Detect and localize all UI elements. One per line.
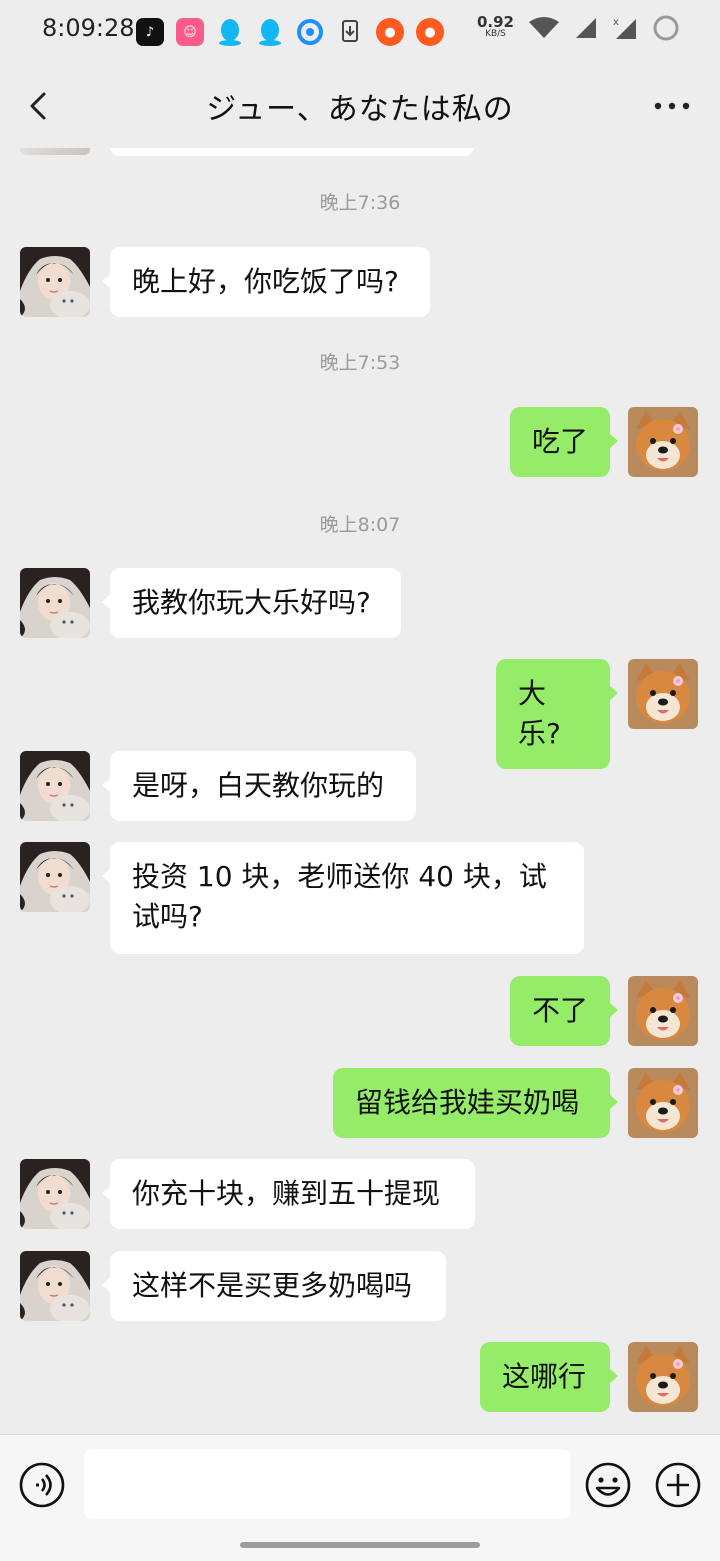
timestamp: 晚上7:53 — [319, 352, 401, 374]
notification-icons: ♪ ☺ ● ● — [136, 18, 444, 46]
add-icon[interactable] — [654, 1461, 702, 1509]
system-status: 0.92 KB/S x — [477, 14, 680, 42]
message-row: 这哪行 — [0, 1342, 720, 1412]
message-bubble[interactable]: 你充十块，赚到五十提现 — [102, 1159, 475, 1229]
message-bubble[interactable]: 是呀，白天教你玩的 — [102, 751, 416, 821]
message-row: 投资 10 块，老师送你 40 块，试试吗? — [0, 842, 720, 954]
network-speed-value: 0.92 — [476, 13, 514, 31]
my-avatar[interactable] — [628, 407, 698, 477]
message-row: 是呀，白天教你玩的 — [0, 751, 720, 821]
chat-title: ジュー、あなたは私の — [206, 92, 514, 127]
battery-ring-icon — [653, 15, 679, 41]
network-speed-unit: KB/S — [485, 29, 506, 39]
voice-icon[interactable] — [18, 1461, 66, 1509]
my-avatar[interactable] — [628, 1342, 698, 1412]
contact-avatar[interactable] — [20, 842, 90, 912]
message-bubble[interactable]: 留钱给我娃买奶喝 — [333, 1068, 618, 1138]
browser-icon — [296, 18, 324, 46]
home-indicator[interactable] — [240, 1542, 480, 1548]
message-row: 我教你玩大乐好吗? — [0, 568, 720, 638]
signal-icon — [576, 18, 596, 38]
tiktok-icon: ♪ — [136, 18, 164, 46]
my-avatar[interactable] — [628, 659, 698, 729]
emoji-icon[interactable] — [584, 1461, 632, 1509]
contact-avatar[interactable] — [20, 751, 90, 821]
svg-text:x: x — [613, 17, 619, 28]
message-bubble[interactable]: 不了 — [510, 976, 618, 1046]
message-row: 晚上好，你吃饭了吗? — [0, 247, 720, 317]
message-row: 大乐? — [0, 659, 720, 769]
message-list[interactable]: 晚上7:36 晚上好，你吃饭了吗? 晚上7:53 吃了晚上8:07 我教你玩大乐好… — [0, 148, 720, 1434]
wifi-icon — [529, 17, 559, 38]
status-time: 8:09:28 — [42, 14, 135, 42]
contact-avatar[interactable] — [20, 1159, 90, 1229]
kuaishou-icon: ● — [376, 18, 404, 46]
message-row: 留钱给我娃买奶喝 — [0, 1068, 720, 1138]
signal-icon: x — [613, 17, 636, 39]
message-bubble[interactable]: 我教你玩大乐好吗? — [102, 568, 401, 638]
timestamp: 晚上8:07 — [319, 514, 401, 536]
my-avatar[interactable] — [628, 976, 698, 1046]
network-speed: 0.92 KB/S — [476, 13, 514, 40]
message-input[interactable] — [84, 1449, 570, 1519]
contact-avatar[interactable] — [20, 247, 90, 317]
chat-header: ジュー、あなたは私の — [0, 64, 720, 148]
kuaishou-icon: ● — [416, 18, 444, 46]
message-row: 吃了 — [0, 407, 720, 477]
message-row: 这样不是买更多奶喝吗 — [0, 1251, 720, 1321]
message-bubble[interactable]: 这样不是买更多奶喝吗 — [102, 1251, 446, 1321]
message-bubble[interactable]: 晚上好，你吃饭了吗? — [102, 247, 430, 317]
timestamp: 晚上7:36 — [319, 192, 401, 214]
more-icon[interactable] — [652, 88, 692, 124]
message-bubble[interactable] — [110, 148, 474, 156]
download-icon — [336, 18, 364, 46]
message-bubble[interactable]: 吃了 — [510, 407, 618, 477]
tieba-icon: ☺ — [176, 18, 204, 46]
contact-avatar[interactable] — [20, 1251, 90, 1321]
status-bar: 8:09:28 ♪ ☺ ● ● 0.92 KB/S x — [0, 0, 720, 64]
qq-icon — [256, 18, 284, 46]
contact-avatar[interactable] — [20, 568, 90, 638]
message-bubble[interactable]: 这哪行 — [480, 1342, 618, 1412]
message-row: 不了 — [0, 976, 720, 1046]
qq-icon — [216, 18, 244, 46]
avatar[interactable] — [20, 148, 90, 155]
message-row: 你充十块，赚到五十提现 — [0, 1159, 720, 1229]
my-avatar[interactable] — [628, 1068, 698, 1138]
message-bubble[interactable]: 投资 10 块，老师送你 40 块，试试吗? — [102, 842, 584, 954]
